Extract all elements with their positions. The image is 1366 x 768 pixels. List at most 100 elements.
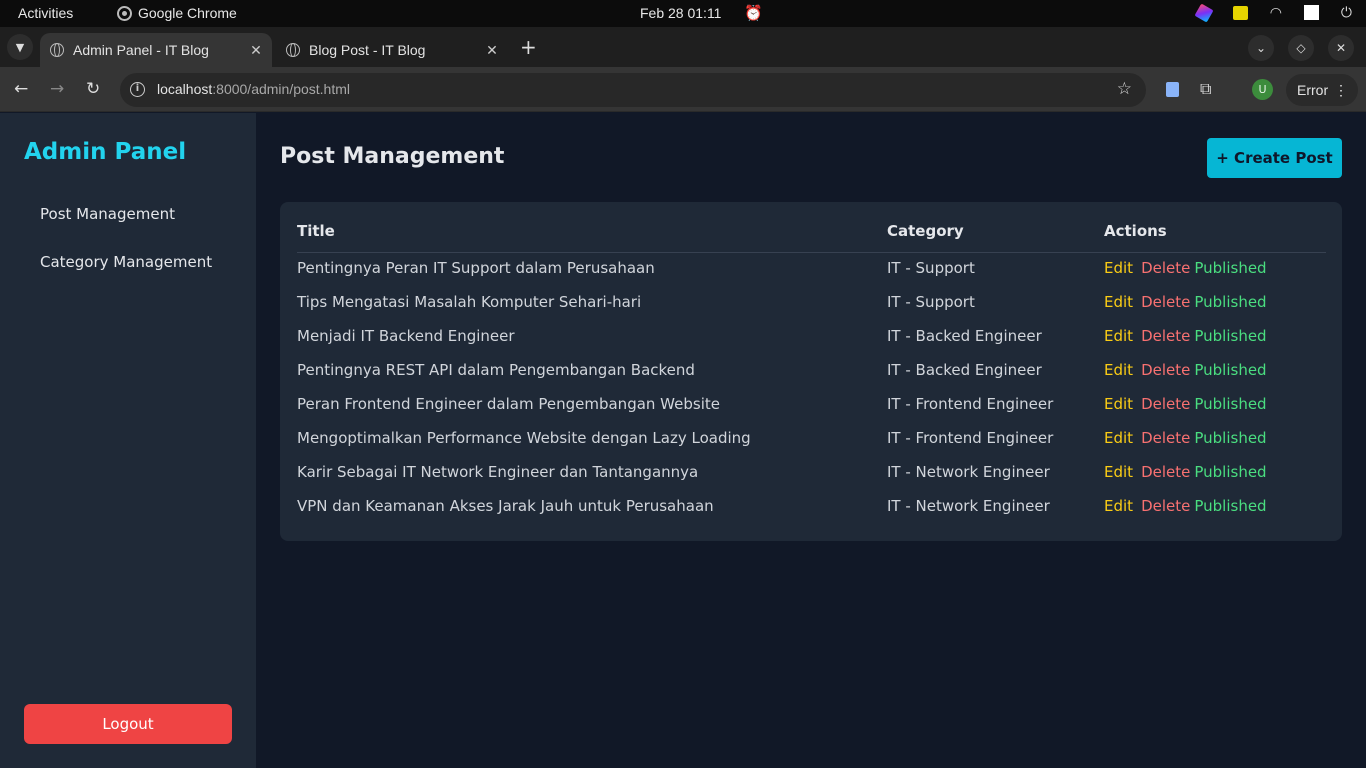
published-status-toggle[interactable]: Published xyxy=(1194,429,1266,447)
post-title: Karir Sebagai IT Network Engineer dan Ta… xyxy=(297,463,699,481)
post-category: IT - Frontend Engineer xyxy=(887,429,1054,447)
post-title: Pentingnya REST API dalam Pengembangan B… xyxy=(297,361,695,379)
row-actions: Edit Delete Published xyxy=(1104,497,1267,515)
edit-link[interactable]: Edit xyxy=(1104,327,1133,345)
post-category: IT - Backed Engineer xyxy=(887,361,1042,379)
address-bar[interactable]: i localhost:8000/admin/post.html ☆ xyxy=(120,73,1146,107)
published-status-toggle[interactable]: Published xyxy=(1194,361,1266,379)
table-row: VPN dan Keamanan Akses Jarak Jauh untuk … xyxy=(297,497,1326,531)
delete-link[interactable]: Delete xyxy=(1141,429,1190,447)
logout-button[interactable]: Logout xyxy=(24,704,232,744)
post-category: IT - Backed Engineer xyxy=(887,327,1042,345)
brand-title: Admin Panel xyxy=(24,139,187,165)
delete-link[interactable]: Delete xyxy=(1141,463,1190,481)
tab-blog-post[interactable]: Blog Post - IT Blog ✕ xyxy=(276,33,508,67)
post-category: IT - Support xyxy=(887,259,975,277)
table-row: Menjadi IT Backend Engineer IT - Backed E… xyxy=(297,327,1326,361)
url-path: :8000/admin/post.html xyxy=(212,81,351,97)
table-row: Karir Sebagai IT Network Engineer dan Ta… xyxy=(297,463,1326,497)
row-actions: Edit Delete Published xyxy=(1104,259,1267,277)
os-top-bar: Activities Google Chrome Feb 28 01:11 ⏰ … xyxy=(0,0,1366,27)
post-category: IT - Network Engineer xyxy=(887,497,1050,515)
error-label: Error xyxy=(1297,82,1329,98)
published-status-toggle[interactable]: Published xyxy=(1194,327,1266,345)
published-status-toggle[interactable]: Published xyxy=(1194,463,1266,481)
column-header-category: Category xyxy=(887,222,964,240)
tab-admin-panel[interactable]: Admin Panel - IT Blog ✕ xyxy=(40,33,272,67)
globe-icon xyxy=(286,43,300,57)
app-name: Google Chrome xyxy=(138,5,237,21)
puzzle-icon[interactable]: ⧉ xyxy=(1200,79,1211,99)
published-status-toggle[interactable]: Published xyxy=(1194,259,1266,277)
delete-link[interactable]: Delete xyxy=(1141,327,1190,345)
row-actions: Edit Delete Published xyxy=(1104,463,1267,481)
post-category: IT - Support xyxy=(887,293,975,311)
display-indicator-icon[interactable] xyxy=(1303,5,1319,20)
wifi-icon[interactable]: ◠ xyxy=(1270,4,1282,21)
sidebar-item-category-management[interactable]: Category Management xyxy=(40,253,212,271)
close-window-icon[interactable]: ✕ xyxy=(1328,35,1354,61)
edit-link[interactable]: Edit xyxy=(1104,429,1133,447)
url-text[interactable]: localhost:8000/admin/post.html xyxy=(157,81,350,97)
edit-link[interactable]: Edit xyxy=(1104,395,1133,413)
page: Admin Panel Post Management Category Man… xyxy=(0,113,1366,768)
kebab-menu-icon: ⋮ xyxy=(1334,82,1348,98)
close-icon[interactable]: ✕ xyxy=(246,42,266,59)
row-actions: Edit Delete Published xyxy=(1104,361,1267,379)
chevron-down-icon[interactable]: ⌄ xyxy=(1248,35,1274,61)
system-tray[interactable]: ◠ ⏻ xyxy=(1194,2,1352,23)
post-title: Tips Mengatasi Masalah Komputer Sehari-h… xyxy=(297,293,642,311)
delete-link[interactable]: Delete xyxy=(1141,395,1190,413)
alarm-icon: ⏰ xyxy=(744,5,763,22)
profile-avatar[interactable]: U xyxy=(1252,79,1273,100)
row-actions: Edit Delete Published xyxy=(1104,293,1267,311)
forward-icon[interactable]: → xyxy=(50,79,64,99)
activities-button[interactable]: Activities xyxy=(18,5,73,21)
edit-link[interactable]: Edit xyxy=(1104,463,1133,481)
post-title: Pentingnya Peran IT Support dalam Perusa… xyxy=(297,259,655,277)
bookmark-star-icon[interactable]: ☆ xyxy=(1117,79,1132,99)
notes-indicator-icon[interactable] xyxy=(1232,5,1248,20)
table-row: Mengoptimalkan Performance Website denga… xyxy=(297,429,1326,463)
app-menu[interactable]: Google Chrome xyxy=(117,5,237,21)
power-icon[interactable]: ⏻ xyxy=(1341,4,1352,21)
column-header-actions: Actions xyxy=(1104,222,1167,240)
edit-link[interactable]: Edit xyxy=(1104,293,1133,311)
table-row: Pentingnya Peran IT Support dalam Perusa… xyxy=(297,259,1326,293)
new-tab-button[interactable]: + xyxy=(520,35,537,59)
delete-link[interactable]: Delete xyxy=(1141,497,1190,515)
post-title: VPN dan Keamanan Akses Jarak Jauh untuk … xyxy=(297,497,714,515)
published-status-toggle[interactable]: Published xyxy=(1194,293,1266,311)
tab-search-button[interactable]: ▼ xyxy=(7,34,33,60)
published-status-toggle[interactable]: Published xyxy=(1194,497,1266,515)
table-row: Tips Mengatasi Masalah Komputer Sehari-h… xyxy=(297,293,1326,327)
sidebar: Admin Panel Post Management Category Man… xyxy=(0,113,256,768)
extension-icon[interactable] xyxy=(1166,82,1179,97)
row-actions: Edit Delete Published xyxy=(1104,395,1267,413)
row-actions: Edit Delete Published xyxy=(1104,327,1267,345)
edit-link[interactable]: Edit xyxy=(1104,497,1133,515)
app-indicator-icon[interactable] xyxy=(1194,2,1214,23)
close-icon[interactable]: ✕ xyxy=(482,42,502,59)
post-title: Mengoptimalkan Performance Website denga… xyxy=(297,429,751,447)
edit-link[interactable]: Edit xyxy=(1104,259,1133,277)
tab-strip: ▼ Admin Panel - IT Blog ✕ Blog Post - IT… xyxy=(0,27,1366,67)
sidebar-item-post-management[interactable]: Post Management xyxy=(40,205,175,223)
back-icon[interactable]: ← xyxy=(14,79,28,99)
row-actions: Edit Delete Published xyxy=(1104,429,1267,447)
published-status-toggle[interactable]: Published xyxy=(1194,395,1266,413)
clock[interactable]: Feb 28 01:11 xyxy=(640,5,721,21)
error-menu-button[interactable]: Error ⋮ xyxy=(1286,74,1358,106)
create-post-button[interactable]: + Create Post xyxy=(1207,138,1342,178)
post-category: IT - Network Engineer xyxy=(887,463,1050,481)
table-row: Peran Frontend Engineer dalam Pengembang… xyxy=(297,395,1326,429)
site-info-icon[interactable]: i xyxy=(130,82,145,97)
url-host: localhost xyxy=(157,81,213,97)
edit-link[interactable]: Edit xyxy=(1104,361,1133,379)
delete-link[interactable]: Delete xyxy=(1141,293,1190,311)
tab-label: Admin Panel - IT Blog xyxy=(73,42,209,58)
delete-link[interactable]: Delete xyxy=(1141,259,1190,277)
delete-link[interactable]: Delete xyxy=(1141,361,1190,379)
restore-icon[interactable]: ◇ xyxy=(1288,35,1314,61)
reload-icon[interactable]: ↻ xyxy=(86,79,100,99)
